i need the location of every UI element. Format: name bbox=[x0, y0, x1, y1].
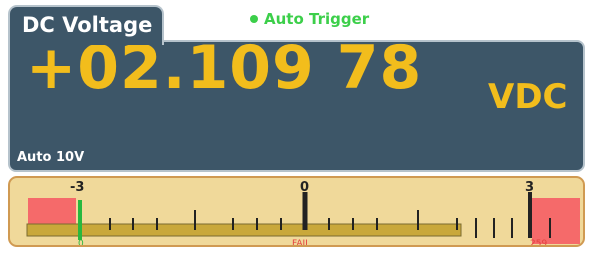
bar-meter: -3 0 3 0 FAIL 259 bbox=[8, 176, 585, 247]
limit-high-count: 259 bbox=[530, 239, 547, 247]
scale-label-max: 3 bbox=[525, 180, 534, 195]
limit-zone-high bbox=[532, 198, 580, 244]
limit-low-count: 0 bbox=[78, 239, 84, 247]
mode-tab-label: DC Voltage bbox=[22, 13, 153, 37]
main-reading: +02.109 78 bbox=[26, 33, 423, 103]
limit-zone-low bbox=[28, 198, 76, 224]
low-limit-marker bbox=[78, 200, 82, 240]
trigger-label: Auto Trigger bbox=[264, 10, 370, 28]
bar-meter-graphic: -3 0 3 0 FAIL 259 bbox=[26, 180, 580, 247]
limit-status: FAIL bbox=[292, 239, 310, 247]
trigger-status: Auto Trigger bbox=[250, 10, 369, 28]
reading-bar bbox=[26, 223, 462, 237]
trigger-indicator-icon bbox=[250, 15, 258, 23]
scale-label-zero: 0 bbox=[300, 180, 309, 195]
reading-unit: VDC bbox=[488, 77, 568, 117]
range-label: Auto 10V bbox=[17, 150, 85, 165]
mode-tab-dc-voltage[interactable]: DC Voltage bbox=[8, 5, 164, 45]
scale-label-min: -3 bbox=[70, 180, 84, 195]
